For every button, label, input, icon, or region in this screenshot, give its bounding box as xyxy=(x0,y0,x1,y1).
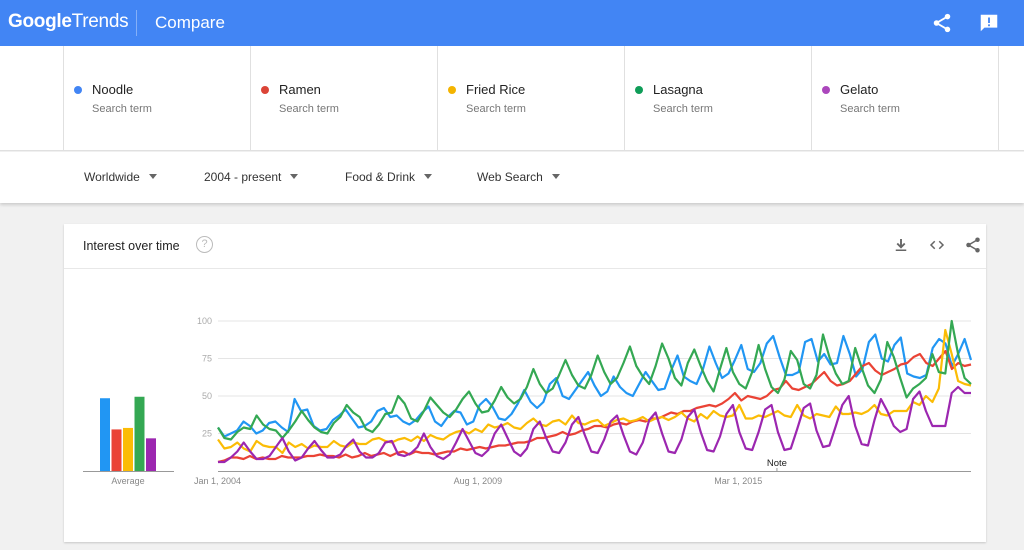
search-terms-bar: Noodle Search term Ramen Search term Fri… xyxy=(0,46,1024,151)
term-color-dot xyxy=(822,86,830,94)
search-term-ramen[interactable]: Ramen Search term xyxy=(250,46,438,151)
page-title: Compare xyxy=(155,13,225,32)
embed-icon[interactable] xyxy=(928,236,946,254)
average-bar-chart: Average xyxy=(83,396,174,486)
term-color-dot xyxy=(448,86,456,94)
term-name: Ramen xyxy=(279,82,321,97)
region-value: Worldwide xyxy=(84,170,140,184)
average-bar-gelato xyxy=(146,438,156,471)
term-color-dot xyxy=(261,86,269,94)
note-annotation: Note xyxy=(767,458,787,471)
y-tick-label: 50 xyxy=(202,391,212,401)
x-tick-label: Mar 1, 2015 xyxy=(714,476,762,486)
x-tick-label: Jan 1, 2004 xyxy=(194,476,241,486)
term-type: Search term xyxy=(653,103,713,115)
term-color-dot xyxy=(74,86,82,94)
x-axis-ticks: Jan 1, 2004 Aug 1, 2009 Mar 1, 2015 xyxy=(194,476,762,486)
interest-over-time-card: Interest over time ? Average 25 50 75 100 J… xyxy=(64,224,986,542)
download-icon[interactable] xyxy=(892,236,910,254)
term-type: Search term xyxy=(92,103,152,115)
search-term-gelato[interactable]: Gelato Search term xyxy=(811,46,999,151)
search-term-lasagna[interactable]: Lasagna Search term xyxy=(624,46,812,151)
average-bar-noodle xyxy=(100,398,110,471)
average-bar-lasagna xyxy=(134,396,145,471)
time-range-value: 2004 - present xyxy=(204,170,282,184)
feedback-icon[interactable] xyxy=(978,12,1000,34)
term-type: Search term xyxy=(840,103,900,115)
chart-gridlines xyxy=(218,320,971,472)
share-icon[interactable] xyxy=(931,12,953,34)
average-bar-fried-rice xyxy=(123,427,133,471)
category-dropdown[interactable]: Food & Drink xyxy=(345,170,433,184)
header-divider xyxy=(136,10,137,36)
category-value: Food & Drink xyxy=(345,170,416,184)
search-term-noodle[interactable]: Noodle Search term xyxy=(63,46,251,151)
average-label: Average xyxy=(111,476,144,486)
term-name: Noodle xyxy=(92,82,134,97)
y-tick-label: 100 xyxy=(197,316,212,326)
series-lines xyxy=(217,319,973,464)
term-name: Lasagna xyxy=(653,82,703,97)
time-range-dropdown[interactable]: 2004 - present xyxy=(204,170,299,184)
share-icon[interactable] xyxy=(964,236,982,254)
search-property-value: Web Search xyxy=(477,170,543,184)
chevron-down-icon xyxy=(424,174,433,179)
card-title: Interest over time xyxy=(83,239,180,253)
filters-bar: Worldwide 2004 - present Food & Drink We… xyxy=(0,152,1024,203)
y-tick-label: 25 xyxy=(202,429,212,439)
x-tick-label: Aug 1, 2009 xyxy=(454,476,503,486)
y-axis-ticks: 25 50 75 100 xyxy=(197,316,212,439)
google-trends-logo[interactable]: GoogleTrends xyxy=(8,11,129,33)
logo-trends-text: Trends xyxy=(71,11,129,32)
term-type: Search term xyxy=(466,103,526,115)
chevron-down-icon xyxy=(290,174,299,179)
help-icon[interactable]: ? xyxy=(196,236,213,253)
term-name: Fried Rice xyxy=(466,82,526,97)
term-name: Gelato xyxy=(840,82,879,97)
card-header: Interest over time ? xyxy=(64,224,986,269)
note-label: Note xyxy=(767,458,787,469)
term-type: Search term xyxy=(279,103,339,115)
term-color-dot xyxy=(635,86,643,94)
average-bar-ramen xyxy=(111,429,122,471)
chevron-down-icon xyxy=(148,174,157,179)
search-term-fried-rice[interactable]: Fried Rice Search term xyxy=(437,46,625,151)
chevron-down-icon xyxy=(551,174,560,179)
search-property-dropdown[interactable]: Web Search xyxy=(477,170,560,184)
interest-over-time-chart: Average 25 50 75 100 Jan 1, 2004 Aug 1, 2009… xyxy=(83,316,973,486)
region-dropdown[interactable]: Worldwide xyxy=(84,170,157,184)
y-tick-label: 75 xyxy=(202,354,212,364)
top-app-bar: GoogleTrends Compare xyxy=(0,0,1024,46)
logo-google-text: Google xyxy=(8,11,72,32)
